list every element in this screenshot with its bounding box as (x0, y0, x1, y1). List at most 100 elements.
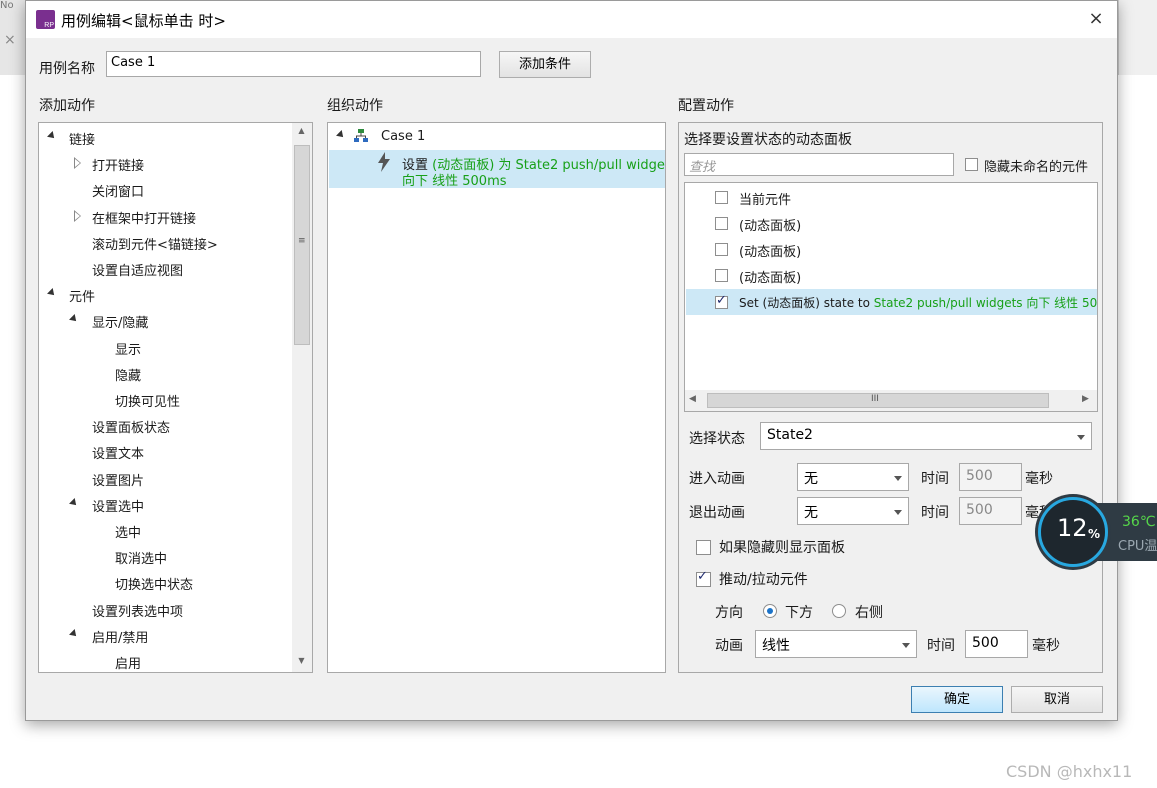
hide-unnamed-checkbox[interactable] (965, 158, 978, 171)
case-tree-icon (354, 129, 368, 143)
widget-label[interactable]: (动态面板) (739, 267, 801, 286)
tree-item-label[interactable]: 设置文本 (92, 443, 144, 462)
chevron-down-icon (894, 476, 902, 481)
animation-time-input[interactable]: 500 (965, 630, 1028, 658)
close-icon[interactable]: × (1084, 7, 1108, 31)
expand-icon[interactable] (69, 497, 79, 508)
tree-item-label[interactable]: 切换选中状态 (115, 574, 193, 593)
chevron-down-icon (894, 510, 902, 515)
animation-dropdown[interactable]: 线性 (755, 630, 917, 658)
tree-item-label[interactable]: 启用/禁用 (92, 627, 148, 646)
selected-prefix: Set (动态面板) state to (739, 296, 874, 310)
expand-icon[interactable] (336, 130, 346, 140)
tree-item-label[interactable]: 滚动到元件<锚链接> (92, 234, 218, 253)
widget-label[interactable]: (动态面板) (739, 215, 801, 234)
cpu-label: CPU温 (1118, 539, 1157, 554)
expand-icon[interactable] (47, 131, 57, 141)
widget-checkbox[interactable] (715, 243, 728, 256)
tree-item-label[interactable]: 在框架中打开链接 (92, 208, 196, 227)
expand-icon[interactable] (47, 288, 57, 299)
search-input[interactable]: 查找 (684, 153, 954, 176)
tree-item-label[interactable]: 设置列表选中项 (92, 601, 183, 620)
background-tab: No (0, 0, 14, 11)
push-pull-label: 推动/拉动元件 (719, 572, 808, 588)
background-close-icon[interactable]: × (4, 32, 16, 48)
chevron-down-icon (902, 643, 910, 648)
tree-item-label[interactable]: 打开链接 (92, 155, 144, 174)
collapse-icon[interactable] (74, 157, 81, 170)
scroll-down-arrow-icon[interactable]: ▼ (293, 656, 310, 665)
select-state-dropdown[interactable]: State2 (760, 422, 1092, 450)
tree-item-label[interactable]: 设置选中 (92, 496, 144, 515)
widget-label[interactable]: (动态面板) (739, 241, 801, 260)
widget-checkbox[interactable] (715, 269, 728, 282)
tree-item-label[interactable]: 设置自适应视图 (92, 260, 183, 279)
configure-actions-panel: 选择要设置状态的动态面板 查找 隐藏未命名的元件 当前元件 (动态面板) (动态… (678, 122, 1103, 673)
hscroll-thumb[interactable]: III (707, 393, 1049, 408)
expand-icon[interactable] (69, 314, 79, 325)
tree-item-label[interactable]: 取消选中 (115, 548, 167, 567)
widget-label[interactable]: 当前元件 (739, 189, 791, 208)
push-pull-checkbox[interactable] (696, 569, 711, 587)
cancel-button[interactable]: 取消 (1011, 686, 1103, 713)
case-node-label[interactable]: Case 1 (381, 129, 425, 144)
widget-checkbox[interactable] (715, 217, 728, 230)
tree-item-label[interactable]: 启用 (115, 653, 141, 672)
tree-item-label[interactable]: 选中 (115, 522, 141, 541)
list-hscrollbar[interactable]: ◀ III ▶ (685, 390, 1097, 411)
scroll-grip: III (871, 394, 879, 404)
exit-time-input[interactable]: 500 (959, 497, 1022, 525)
scroll-left-arrow-icon[interactable]: ◀ (689, 394, 696, 404)
chevron-down-icon (1077, 435, 1085, 440)
tree-item-label[interactable]: 元件 (69, 286, 95, 305)
widget-checkbox[interactable] (715, 191, 728, 204)
widget-row-selected[interactable]: Set (动态面板) state to State2 push/pull wid… (686, 289, 1097, 315)
tree-item-label[interactable]: 链接 (69, 129, 95, 148)
organize-actions-header: 组织动作 (327, 98, 383, 114)
scroll-thumb[interactable]: ≡ (294, 145, 310, 345)
direction-down-radio[interactable] (763, 604, 777, 618)
animation-ms-label: 毫秒 (1032, 638, 1060, 654)
case-name-input[interactable]: Case 1 (106, 51, 481, 77)
collapse-icon[interactable] (74, 209, 81, 222)
enter-ms-label: 毫秒 (1025, 471, 1053, 487)
tree-item-label[interactable]: 关闭窗口 (92, 181, 144, 200)
direction-right-label: 右侧 (855, 605, 883, 621)
tree-item-label[interactable]: 切换可见性 (115, 391, 180, 410)
axure-app-icon (36, 10, 55, 29)
title-bar: 用例编辑<鼠标单击 时> × (26, 1, 1117, 38)
widget-list: 当前元件 (动态面板) (动态面板) (动态面板) Set (动态面板) sta… (684, 182, 1098, 412)
config-section-title: 选择要设置状态的动态面板 (684, 132, 852, 148)
action-detail-line2: 向下 线性 500ms (402, 174, 507, 189)
add-condition-button[interactable]: 添加条件 (499, 51, 591, 78)
tree-scrollbar[interactable]: ▲ ≡ ▼ (292, 123, 312, 672)
watermark: CSDN @hxhx11 (1006, 762, 1133, 781)
select-state-value: State2 (767, 427, 813, 443)
add-actions-tree: 链接打开链接关闭窗口在框架中打开链接滚动到元件<锚链接> 设置自适应视图元件显示/… (38, 122, 313, 673)
scroll-right-arrow-icon[interactable]: ▶ (1082, 394, 1089, 404)
show-if-hidden-checkbox[interactable] (696, 540, 711, 555)
lightning-icon (376, 152, 392, 176)
enter-anim-value: 无 (804, 471, 818, 487)
select-state-label: 选择状态 (689, 431, 745, 447)
enter-anim-label: 进入动画 (689, 471, 745, 487)
dialog-title: 用例编辑<鼠标单击 时> (61, 12, 226, 30)
scroll-up-arrow-icon[interactable]: ▲ (293, 126, 310, 135)
tree-item-label[interactable]: 隐藏 (115, 365, 141, 384)
configure-actions-header: 配置动作 (678, 98, 734, 114)
background-right-area (1118, 0, 1157, 75)
tree-item-label[interactable]: 设置面板状态 (92, 417, 170, 436)
enter-anim-dropdown[interactable]: 无 (797, 463, 909, 491)
enter-time-input[interactable]: 500 (959, 463, 1022, 491)
expand-icon[interactable] (69, 628, 79, 639)
ok-button[interactable]: 确定 (911, 686, 1003, 713)
exit-anim-dropdown[interactable]: 无 (797, 497, 909, 525)
direction-right-radio[interactable] (832, 604, 846, 618)
widget-checkbox-checked[interactable] (715, 293, 728, 309)
tree-item-label[interactable]: 显示 (115, 339, 141, 358)
organize-actions-panel: Case 1 设置 (动态面板) 为 State2 push/pull widg… (327, 122, 666, 673)
exit-anim-value: 无 (804, 505, 818, 521)
action-row-selected[interactable]: 设置 (动态面板) 为 State2 push/pull widgets 向下 … (329, 150, 665, 189)
tree-item-label[interactable]: 显示/隐藏 (92, 312, 148, 331)
tree-item-label[interactable]: 设置图片 (92, 470, 144, 489)
